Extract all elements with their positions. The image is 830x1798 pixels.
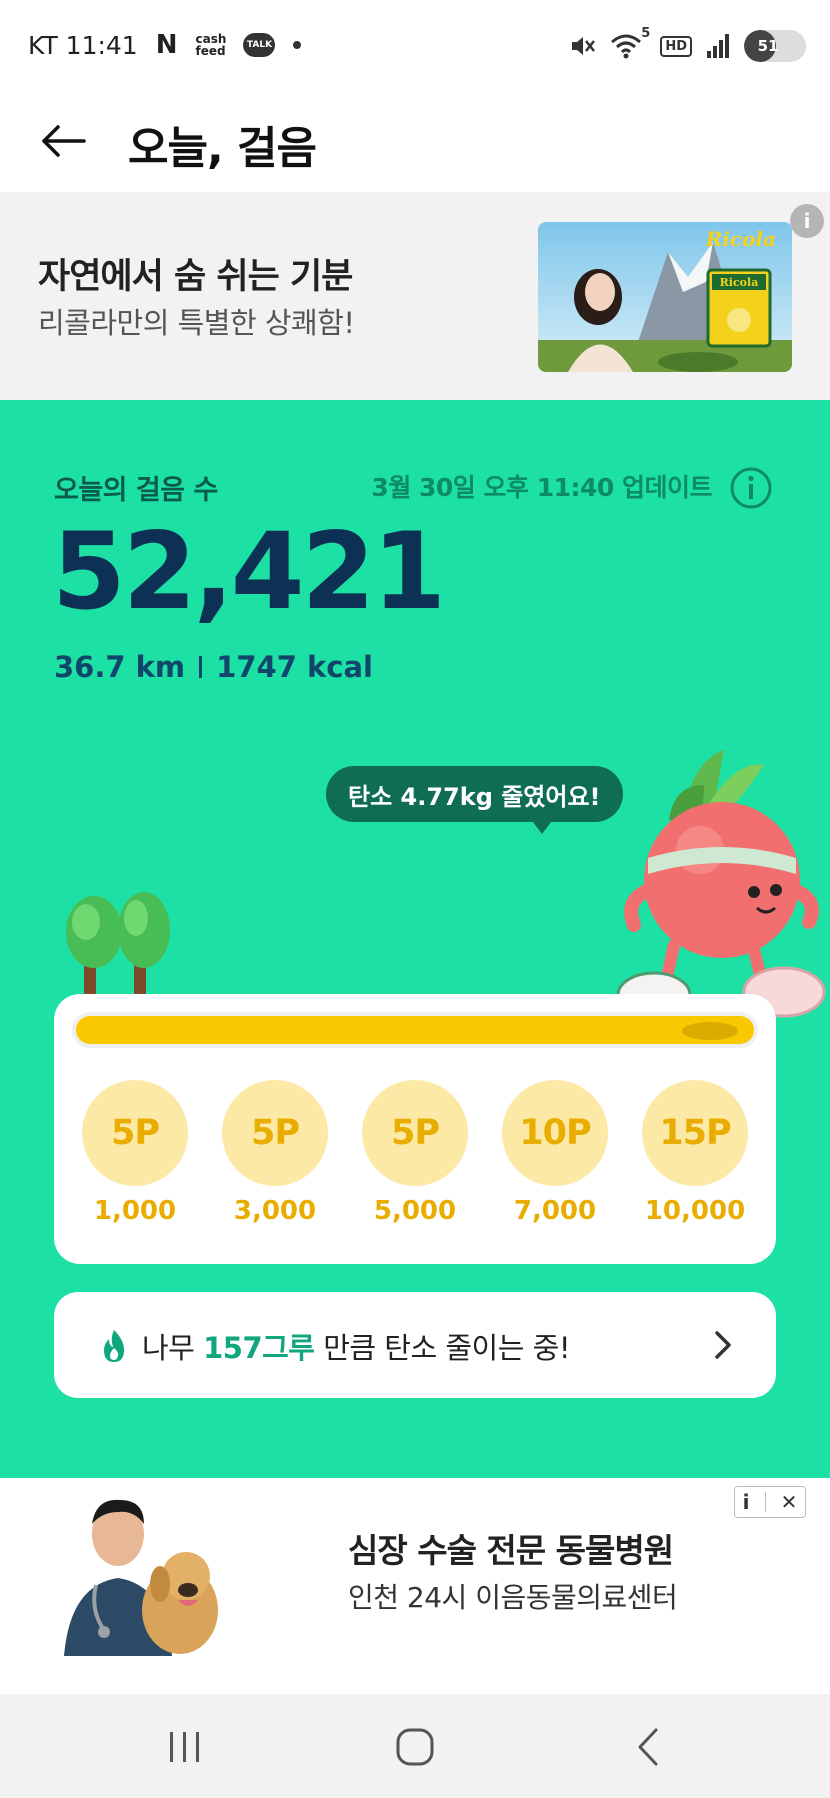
milestone-item[interactable]: 5P 3,000 [220,1080,330,1226]
home-icon[interactable] [392,1724,438,1770]
carbon-speech-bubble: 탄소 4.77kg 줄였어요! [326,766,623,822]
update-timestamp: 3월 30일 오후 11:40 업데이트 [371,473,712,502]
naver-icon: N [155,30,178,60]
fire-icon [104,1330,124,1362]
divider [764,1492,766,1512]
chevron-right-icon [715,1331,731,1359]
status-right: 5 HD 51 [568,26,806,62]
trees-illustration [66,892,170,996]
ad-info-icon[interactable]: i [790,204,824,238]
milestone-points[interactable]: 5P [82,1080,188,1186]
steps-label: 오늘의 걸음 수 [54,475,218,506]
tree-banner-prefix: 나무 [142,1331,204,1365]
milestone-points[interactable]: 10P [502,1080,608,1186]
milestone-steps: 10,000 [644,1196,746,1226]
system-nav-bar [0,1694,830,1798]
step-progress-fill [76,1016,754,1044]
ad-subtitle: 리콜라만의 특별한 상쾌함! [38,306,355,340]
distance-value: 36.7 km [54,650,186,684]
signal-icon [707,34,729,58]
kakaotalk-icon: TALK [243,33,276,57]
milestone-steps: 5,000 [373,1196,457,1226]
ad-image[interactable]: Ricola Ricola [538,222,792,372]
page-title: 오늘, 걸음 [128,123,317,174]
milestone-item[interactable]: 5P 1,000 [80,1080,190,1226]
tomato-mascot-illustration [616,750,826,1019]
notification-dot-icon [293,41,302,49]
ad-close-icon[interactable]: ✕ [781,1490,798,1514]
reward-card: 5P 1,000 5P 3,000 5P 5,000 10P 7,000 15P… [54,994,776,1264]
ad-brand-packaging: Ricola [720,276,759,289]
carrier-time: KT 11:41 [28,30,138,60]
milestone-steps: 7,000 [513,1196,597,1226]
step-dashboard: 오늘의 걸음 수 3월 30일 오후 11:40 업데이트 52,421 36.… [0,400,830,1478]
step-progress-bar [72,1012,758,1048]
mute-icon [572,37,596,55]
milestone-steps: 3,000 [233,1196,317,1226]
steps-count: 52,421 [52,510,446,633]
top-ad-banner[interactable]: 자연에서 숨 쉬는 기분 리콜라만의 특별한 상쾌함! Ricola Ricol… [0,192,830,400]
calories-value: 1747 kcal [216,650,373,684]
ad-controls: i ✕ [734,1486,806,1518]
tree-carbon-banner[interactable]: 나무 157그루 만큼 탄소 줄이는 중! [54,1292,776,1398]
info-icon[interactable] [729,466,773,510]
arrow-left-icon [42,125,86,157]
app-header: 오늘, 걸음 [0,92,830,192]
back-button[interactable] [36,114,90,168]
milestone-points[interactable]: 5P [362,1080,468,1186]
ad-image[interactable] [60,1490,222,1656]
hd-voice-icon: HD [660,35,692,57]
ad-title: 자연에서 숨 쉬는 기분 [38,257,353,297]
status-left: KT 11:41 N cash feed TALK [28,30,302,60]
status-bar: KT 11:41 N cash feed TALK 5 HD 51 [0,0,830,92]
speech-bubble-tail [530,818,554,834]
divider [199,656,203,678]
ad-subtitle: 인천 24시 이음동물의료센터 [348,1581,678,1614]
battery-icon: 51 [744,30,806,62]
cashfeed-icon: cash feed [195,32,227,58]
milestone-steps: 1,000 [93,1196,177,1226]
wifi-icon: 5 [610,26,650,60]
milestone-item[interactable]: 10P 7,000 [500,1080,610,1226]
milestone-list: 5P 1,000 5P 3,000 5P 5,000 10P 7,000 15P… [80,1080,750,1226]
ad-info-icon[interactable]: i [743,1490,750,1514]
ad-title: 심장 수술 전문 동물병원 [348,1531,674,1570]
progress-shadow [682,1022,738,1040]
milestone-item[interactable]: 15P 10,000 [640,1080,750,1226]
tree-banner-text: 나무 157그루 만큼 탄소 줄이는 중! [142,1325,570,1367]
bottom-ad-banner[interactable]: 심장 수술 전문 동물병원 인천 24시 이음동물의료센터 i ✕ [0,1478,830,1694]
tree-banner-suffix: 만큼 탄소 줄이는 중! [314,1331,570,1365]
ad-brand-logo: Ricola [705,227,776,251]
distance-calories-row: 36.7 km 1747 kcal [54,650,373,684]
recent-apps-icon[interactable] [162,1724,208,1770]
milestone-points[interactable]: 5P [222,1080,328,1186]
milestone-item[interactable]: 5P 5,000 [360,1080,470,1226]
milestone-points[interactable]: 15P [642,1080,748,1186]
tree-count: 157그루 [203,1331,315,1365]
back-nav-icon[interactable] [626,1724,672,1770]
battery-level: 51 [757,37,779,55]
network-type-label: 5 [641,26,651,41]
